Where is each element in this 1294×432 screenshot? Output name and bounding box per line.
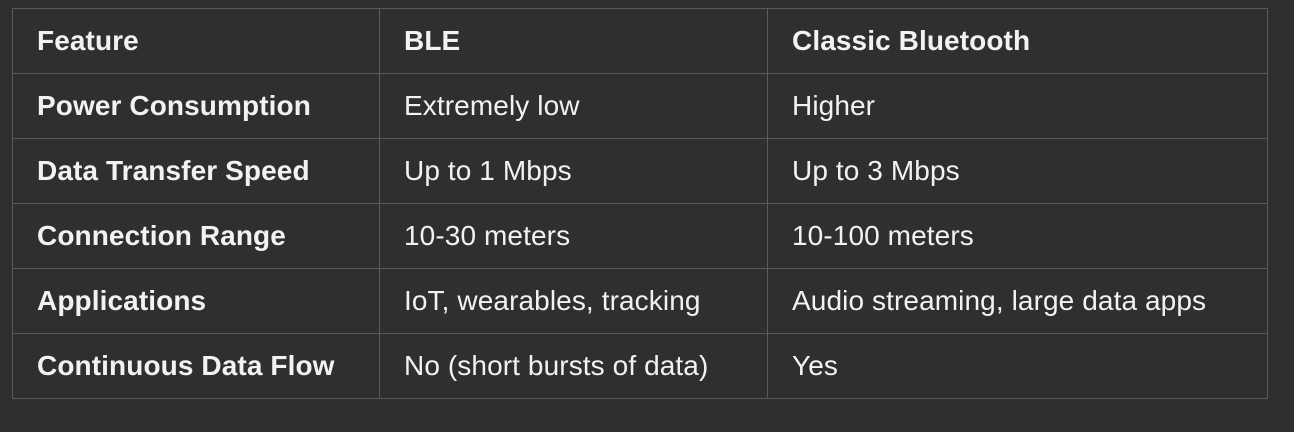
header-ble: BLE	[379, 8, 768, 74]
table-row: Data Transfer Speed Up to 1 Mbps Up to 3…	[12, 138, 1268, 204]
comparison-table-container: Feature BLE Classic Bluetooth Power Cons…	[12, 8, 1268, 399]
feature-cell: Power Consumption	[12, 73, 380, 139]
feature-cell: Connection Range	[12, 203, 380, 269]
feature-cell: Applications	[12, 268, 380, 334]
ble-cell: 10-30 meters	[379, 203, 768, 269]
ble-vs-classic-bluetooth-table: Feature BLE Classic Bluetooth Power Cons…	[12, 8, 1268, 399]
ble-cell: IoT, wearables, tracking	[379, 268, 768, 334]
classic-cell: Higher	[767, 73, 1268, 139]
classic-cell: Up to 3 Mbps	[767, 138, 1268, 204]
ble-cell: Extremely low	[379, 73, 768, 139]
table-header-row: Feature BLE Classic Bluetooth	[12, 8, 1268, 74]
ble-cell: No (short bursts of data)	[379, 333, 768, 399]
table-row: Applications IoT, wearables, tracking Au…	[12, 268, 1268, 334]
header-feature: Feature	[12, 8, 380, 74]
table-row: Continuous Data Flow No (short bursts of…	[12, 333, 1268, 399]
feature-cell: Continuous Data Flow	[12, 333, 380, 399]
classic-cell: 10-100 meters	[767, 203, 1268, 269]
header-classic-bluetooth: Classic Bluetooth	[767, 8, 1268, 74]
ble-cell: Up to 1 Mbps	[379, 138, 768, 204]
feature-cell: Data Transfer Speed	[12, 138, 380, 204]
table-row: Power Consumption Extremely low Higher	[12, 73, 1268, 139]
table-row: Connection Range 10-30 meters 10-100 met…	[12, 203, 1268, 269]
classic-cell: Yes	[767, 333, 1268, 399]
classic-cell: Audio streaming, large data apps	[767, 268, 1268, 334]
